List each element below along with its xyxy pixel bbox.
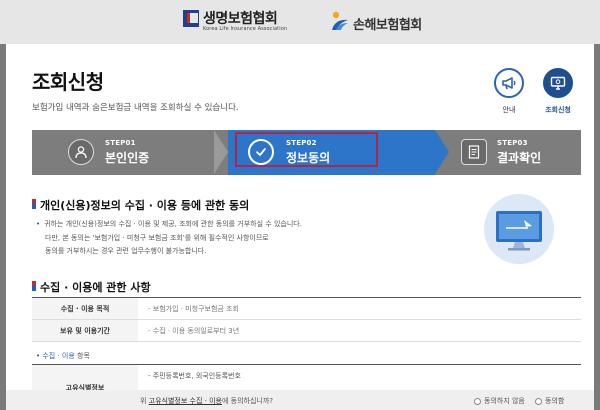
radio-circle[interactable] bbox=[474, 397, 481, 405]
page-subtitle: 보험가입 내역과 숨은보험금 내역을 조회하실 수 있습니다. bbox=[32, 103, 239, 113]
subhead-suffix: 항목 bbox=[74, 352, 90, 360]
step-separator bbox=[214, 130, 228, 174]
nonlife-insurance-name: 손해보험협회 bbox=[353, 18, 422, 33]
table-row-value: - 주민등록번호, 외국인등록번호 bbox=[148, 372, 241, 380]
table-row: 수집 · 이용 목적 - 보험가입 · 미청구보험금 조회 bbox=[32, 298, 581, 320]
consent-section-title-text: 개인(신용)정보의 수집 · 이용 등에 관한 동의 bbox=[40, 199, 250, 212]
inquiry-button-circle bbox=[543, 68, 573, 98]
collection-section-title: 수집 · 이용에 관한 사항 bbox=[32, 279, 151, 295]
agree-radio[interactable]: 동의함 bbox=[535, 396, 564, 406]
section-marker-icon bbox=[32, 281, 36, 291]
section-marker-icon bbox=[32, 199, 36, 209]
disagree-radio-label: 동의하지 않음 bbox=[484, 397, 525, 405]
step-indicator: STEP01 본인인증 STEP02 정보동의 STEP03 결과확인 bbox=[32, 130, 581, 175]
consent-notice: 귀하는 개인(신용)정보의 수집 · 이용 및 제공, 조회에 관한 동의를 거… bbox=[36, 218, 456, 259]
current-step-highlight bbox=[235, 132, 378, 167]
step-result-check: STEP03 결과확인 bbox=[449, 130, 581, 175]
step-number: STEP01 bbox=[105, 139, 136, 147]
notice-line: 다만, 본 동의는 '보험가입 · 미청구 보험금 조회'를 위해 필수적인 사… bbox=[45, 233, 269, 242]
active-step-arrow bbox=[435, 130, 449, 174]
life-insurance-english-name: Korea Life Insurance Association bbox=[203, 26, 288, 32]
life-insurance-emblem-icon bbox=[183, 10, 199, 27]
collection-items-table: 고유식별정보 - 주민등록번호, 외국인등록번호 bbox=[32, 364, 581, 410]
association-header: 생명보험협회 Korea Life Insurance Association … bbox=[0, 0, 600, 44]
table-row-header: 보유 및 이용기간 bbox=[32, 320, 138, 341]
subhead-prefix: • 수집 · 이용 bbox=[36, 352, 75, 360]
step-icon-wrapper bbox=[461, 139, 487, 165]
agree-radio-label: 동의함 bbox=[545, 397, 565, 405]
table-row: 보유 및 이용기간 - 수집 · 이용 동의일로부터 3년 bbox=[32, 320, 581, 342]
collection-table: 수집 · 이용 목적 - 보험가입 · 미청구보험금 조회 보유 및 이용기간 … bbox=[32, 297, 581, 342]
inquiry-button-label: 조회신청 bbox=[545, 106, 571, 114]
nonlife-insurance-emblem-icon bbox=[332, 11, 348, 30]
collection-section-title-text: 수집 · 이용에 관한 사항 bbox=[40, 281, 151, 294]
step-identity-verification: STEP01 본인인증 bbox=[32, 130, 214, 175]
notice-line: 귀하는 개인(신용)정보의 수집 · 이용 및 제공, 조회에 관한 동의를 거… bbox=[36, 218, 456, 232]
main-panel: 조회신청 보험가입 내역과 숨은보험금 내역을 조회하실 수 있습니다. 안내 … bbox=[6, 44, 594, 410]
table-row-value: - 수집 · 이용 동의일로부터 3년 bbox=[148, 326, 240, 335]
guide-button[interactable]: 안내 bbox=[489, 68, 529, 115]
step-name: 결과확인 bbox=[497, 151, 542, 165]
person-icon bbox=[75, 146, 87, 159]
monitor-illustration-icon bbox=[484, 194, 554, 264]
consent-question: 위 고유식별정보 수집 · 이용에 동의하십니까? bbox=[140, 396, 273, 406]
table-row-value: - 보험가입 · 미청구보험금 조회 bbox=[148, 304, 239, 313]
monitor-icon bbox=[550, 76, 566, 90]
collection-items-subhead: • 수집 · 이용 항목 bbox=[36, 351, 90, 361]
notice-line: 동의를 거부하시는 경우 관련 업무수행이 불가능합니다. bbox=[45, 247, 207, 255]
life-insurance-name: 생명보험협회 bbox=[203, 11, 278, 27]
life-insurance-logo[interactable]: 생명보험협회 Korea Life Insurance Association bbox=[183, 8, 293, 38]
consent-question-prefix: 위 bbox=[140, 397, 149, 405]
step-number: STEP03 bbox=[497, 139, 528, 147]
step-name: 본인인증 bbox=[105, 151, 150, 165]
megaphone-icon bbox=[502, 77, 516, 90]
guide-button-label: 안내 bbox=[502, 106, 516, 114]
disagree-radio[interactable]: 동의하지 않음 bbox=[474, 396, 525, 406]
radio-circle[interactable] bbox=[535, 397, 542, 405]
inquiry-button[interactable]: 조회신청 bbox=[538, 68, 578, 115]
guide-button-circle bbox=[494, 68, 524, 98]
consent-section-title: 개인(신용)정보의 수집 · 이용 등에 관한 동의 bbox=[32, 197, 249, 213]
page-title: 조회신청 bbox=[32, 70, 104, 94]
consent-question-suffix: 에 동의하십니까? bbox=[221, 397, 274, 405]
table-row-header: 수집 · 이용 목적 bbox=[32, 298, 138, 319]
consent-question-link[interactable]: 고유식별정보 수집 · 이용 bbox=[149, 397, 222, 405]
step-icon-wrapper bbox=[68, 139, 94, 165]
document-icon bbox=[468, 145, 480, 159]
